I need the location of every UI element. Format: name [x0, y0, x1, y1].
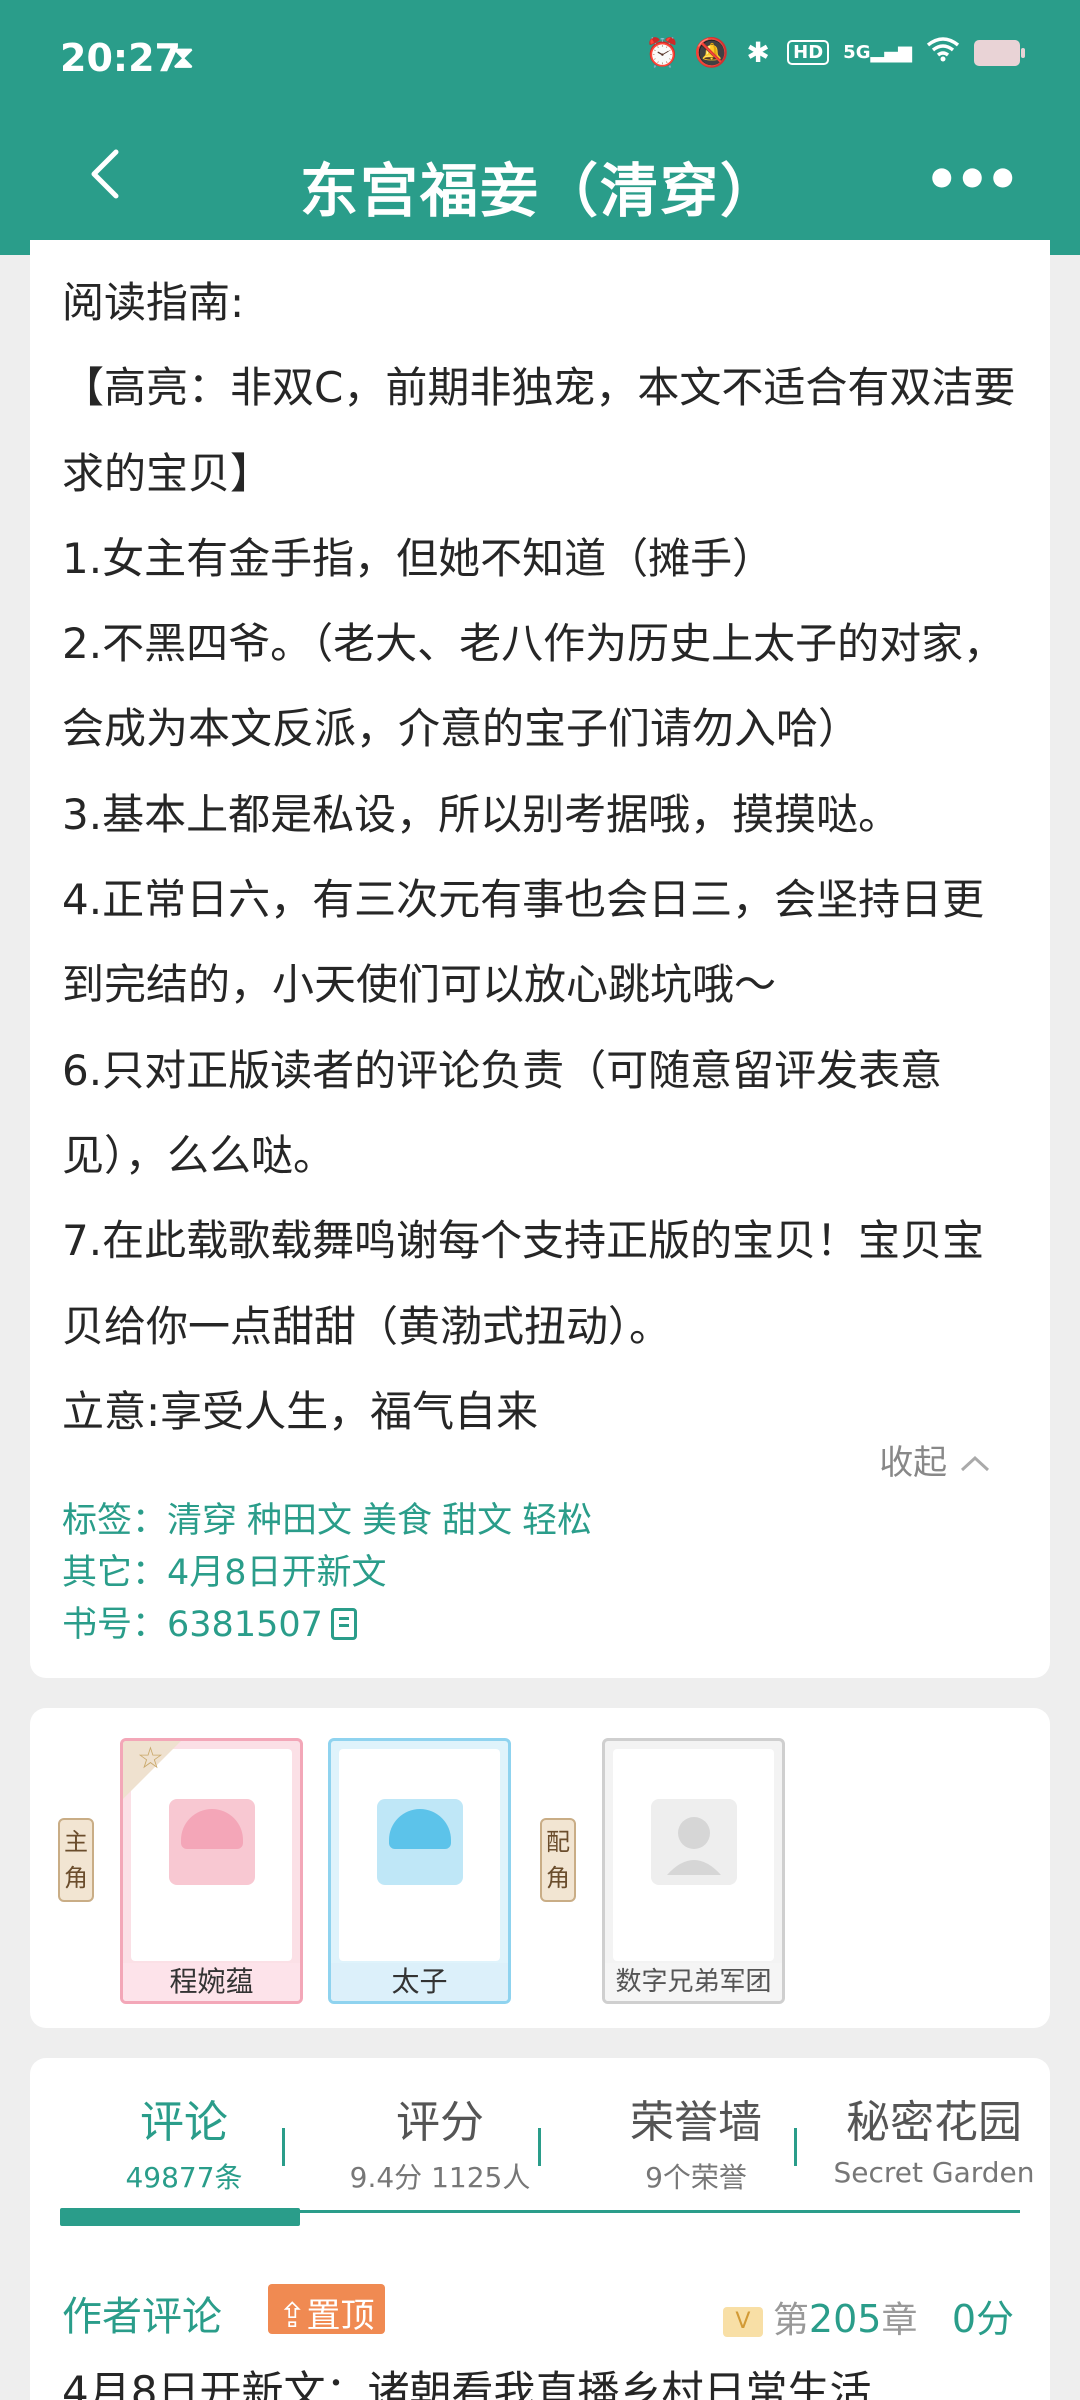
tab-subtitle: Secret Garden: [833, 2156, 1035, 2189]
status-icons: ⏰ 🔕 ✱ HD 5G▂▄▆: [645, 36, 1025, 69]
comments-card: 评论 49877条 评分 9.4分 1125人 荣誉墙 9个荣誉 秘密花园 Se…: [30, 2058, 1050, 2400]
tab-title: 秘密花园: [846, 2097, 1022, 2148]
star-icon: ☆: [137, 1741, 164, 1776]
person-icon: [666, 1817, 721, 1875]
copy-icon[interactable]: [330, 1608, 357, 1640]
more-button[interactable]: •••: [924, 148, 1020, 211]
hourglass-icon: ⧗: [172, 38, 195, 76]
nav-bar: 东宫福妾（清穿） •••: [0, 128, 1080, 238]
tab-secret-garden[interactable]: 秘密花园 Secret Garden: [814, 2086, 1054, 2189]
wifi-icon: [926, 36, 960, 69]
character-card[interactable]: 太子: [328, 1738, 511, 2004]
book-meta: 标签：清穿 种田文 美食 甜文 轻松 其它：4月8日开新文 书号：6381507: [62, 1495, 602, 1651]
tab-title: 荣誉墙: [630, 2097, 762, 2148]
comment-score: 0分: [951, 2297, 1014, 2341]
tag-link[interactable]: 清穿: [167, 1501, 237, 1541]
tab-subtitle: 9.4分 1125人: [349, 2161, 531, 2194]
character-name: 太子: [331, 1963, 508, 2001]
guide-line: 立意:享受人生，福气自来: [62, 1386, 539, 1436]
guide-line: 1.女主有金手指，但她不知道（摊手）: [62, 533, 775, 583]
chapter-number: 205: [808, 2297, 882, 2341]
other-label: 其它：: [62, 1553, 168, 1593]
tab-honor-wall[interactable]: 荣誉墙 9个荣誉: [576, 2086, 816, 2196]
reading-guide: 阅读指南: 【高亮：非双C，前期非独宠，本文不适合有双洁要求的宝贝】 1.女主有…: [62, 260, 1022, 1454]
guide-line: 2.不黑四爷。（老大、老八作为历史上太子的对家，会成为本文反派，介意的宝子们请勿…: [62, 619, 1006, 754]
guide-line: 【高亮：非双C，前期非独宠，本文不适合有双洁要求的宝贝】: [62, 363, 1016, 498]
tab-title: 评分: [396, 2097, 484, 2148]
character-card[interactable]: ☆ 程婉蕴: [120, 1738, 303, 2004]
tab-divider: [538, 2128, 541, 2166]
alarm-icon: ⏰: [645, 36, 681, 69]
comment-preview[interactable]: 4月8日开新文：诸朝看我直播乡村日常生活: [62, 2358, 871, 2400]
status-time: 20:27: [60, 36, 181, 80]
tags-row: 标签：清穿 种田文 美食 甜文 轻松: [62, 1495, 602, 1547]
avatar-hair: [388, 1809, 451, 1849]
pin-arrow-icon: ⇪: [278, 2296, 307, 2336]
hd-icon: HD: [787, 40, 830, 65]
avatar: [168, 1799, 255, 1885]
main-role-label: 主角: [58, 1818, 94, 1902]
mute-icon: 🔕: [694, 36, 730, 69]
tags-label: 标签：: [62, 1501, 168, 1541]
pinned-label: 置顶: [306, 2296, 375, 2336]
book-number-row: 书号：6381507: [62, 1599, 602, 1651]
character-name: 数字兄弟军团: [605, 1963, 782, 2001]
tab-active-indicator: [60, 2208, 300, 2226]
tag-link[interactable]: 轻松: [522, 1501, 592, 1541]
tab-subtitle: 49877条: [125, 2161, 243, 2194]
book-number-label: 书号：: [62, 1605, 168, 1645]
status-bar: 20:27 ⧗ ⏰ 🔕 ✱ HD 5G▂▄▆: [60, 30, 1025, 86]
avatar-hair: [180, 1809, 243, 1849]
5g-signal-icon: 5G▂▄▆: [843, 41, 912, 63]
collapse-label: 收起: [879, 1443, 948, 1483]
book-intro-card: 阅读指南: 【高亮：非双C，前期非独宠，本文不适合有双洁要求的宝贝】 1.女主有…: [30, 240, 1050, 1678]
tag-link[interactable]: 美食: [362, 1501, 432, 1541]
support-role-label: 配角: [540, 1818, 576, 1902]
guide-line: 7.在此载歌载舞鸣谢每个支持正版的宝贝！宝贝宝贝给你一点甜甜（黄渤式扭动）。: [62, 1216, 985, 1351]
page-title: 东宫福妾（清穿）: [299, 157, 780, 225]
comment-meta: V 第205章 0分: [722, 2288, 1014, 2343]
tab-title: 评论: [140, 2097, 228, 2148]
bluetooth-icon: ✱: [746, 36, 770, 69]
characters-card: 主角 ☆ 程婉蕴 太子 配角 数字兄弟军团: [30, 1708, 1050, 2028]
avatar: [650, 1799, 737, 1885]
character-card[interactable]: 数字兄弟军团: [602, 1738, 785, 2004]
tab-divider: [282, 2128, 285, 2166]
author-comment-title: 作者评论: [62, 2294, 222, 2340]
collapse-button[interactable]: 收起: [879, 1435, 992, 1484]
other-row: 其它：4月8日开新文: [62, 1547, 602, 1599]
tab-comments[interactable]: 评论 49877条: [64, 2086, 304, 2196]
guide-line: 阅读指南:: [62, 278, 245, 327]
author-comment-header[interactable]: 作者评论 ⇪置顶 V 第205章 0分: [62, 2284, 1014, 2343]
chevron-up-icon: [960, 1455, 990, 1472]
guide-line: 4.正常日六，有三次元有事也会日三，会坚持日更到完结的，小天使们可以放心跳坑哦～: [62, 875, 985, 1010]
book-number: 6381507: [167, 1605, 323, 1645]
vip-icon: V: [722, 2307, 763, 2337]
pinned-badge: ⇪置顶: [268, 2284, 385, 2336]
chapter-suffix: 章: [881, 2300, 918, 2341]
character-name: 程婉蕴: [123, 1963, 300, 2001]
app-header: 20:27 ⧗ ⏰ 🔕 ✱ HD 5G▂▄▆ 东宫福妾（清穿） •••: [0, 0, 1080, 255]
other-value: 4月8日开新文: [167, 1553, 387, 1593]
tab-divider: [794, 2128, 797, 2166]
guide-line: 3.基本上都是私设，所以别考据哦，摸摸哒。: [62, 789, 901, 839]
tag-link[interactable]: 种田文: [247, 1501, 352, 1541]
chapter-prefix: 第: [772, 2300, 809, 2341]
battery-icon: [974, 39, 1025, 66]
guide-line: 6.只对正版读者的评论负责（可随意留评发表意见），么么哒。: [62, 1045, 943, 1180]
tag-link[interactable]: 甜文: [442, 1501, 512, 1541]
tab-subtitle: 9个荣誉: [645, 2161, 747, 2194]
avatar: [376, 1799, 463, 1885]
tab-ratings[interactable]: 评分 9.4分 1125人: [320, 2086, 560, 2196]
